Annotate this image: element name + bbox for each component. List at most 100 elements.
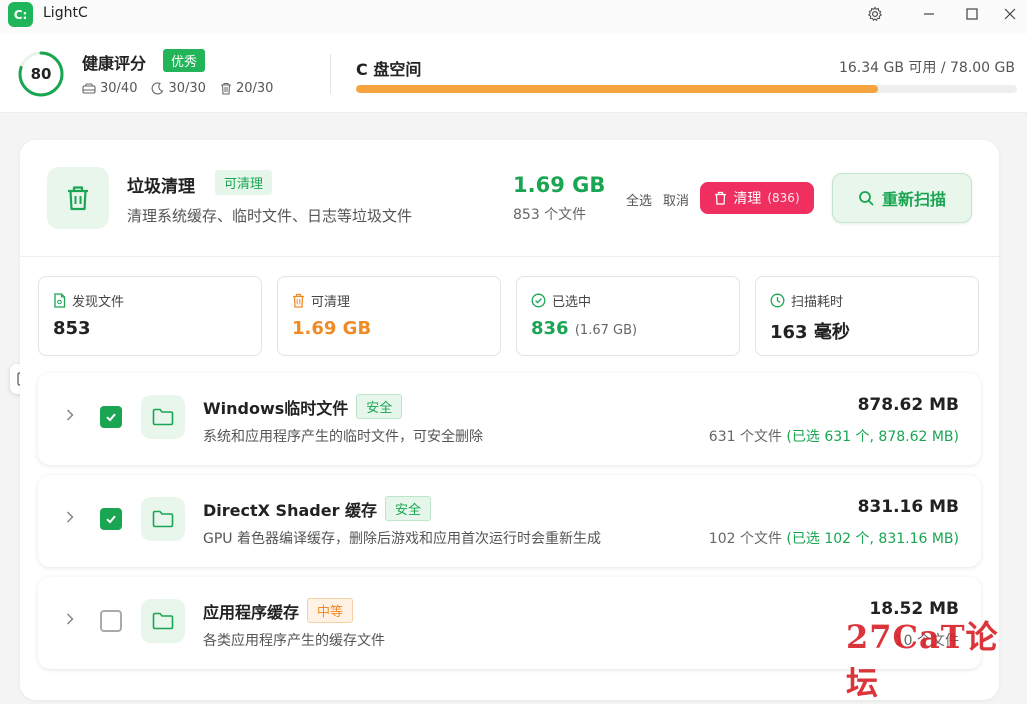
junk-total-size: 1.69 GB bbox=[513, 173, 606, 197]
forum-watermark: 27CaT论坛 bbox=[846, 618, 999, 702]
category-name: Windows临时文件 安全 bbox=[203, 394, 403, 419]
app-title: LightC bbox=[43, 5, 88, 21]
category-selected-info: (已选 102 个, 831.16 MB) bbox=[786, 531, 959, 547]
category-file-meta: 102 个文件 (已选 102 个, 831.16 MB) bbox=[709, 528, 959, 548]
category-description: GPU 着色器编译缓存，删除后游戏和应用首次运行时会重新生成 bbox=[203, 531, 601, 547]
check-icon bbox=[106, 515, 116, 524]
category-checkbox[interactable] bbox=[100, 508, 122, 530]
category-name-text: DirectX Shader 缓存 bbox=[203, 500, 378, 520]
category-name: DirectX Shader 缓存 安全 bbox=[203, 496, 432, 521]
cancel-selection-link[interactable]: 取消 bbox=[663, 190, 689, 209]
maximize-icon bbox=[966, 8, 978, 20]
health-stat-sleep: 30/30 bbox=[151, 81, 206, 96]
health-title: 健康评分 bbox=[82, 54, 147, 73]
header-panel: 80 健康评分 优秀 30/40 30/30 20/30 C 盘空间 16.34… bbox=[0, 34, 1027, 113]
close-icon bbox=[1004, 8, 1016, 20]
check-icon bbox=[106, 413, 116, 422]
moon-icon bbox=[152, 82, 164, 95]
file-icon bbox=[54, 293, 66, 308]
stat-selected-value: 836 (1.67 GB) bbox=[531, 318, 637, 339]
folder-tile bbox=[141, 395, 185, 439]
stat-card-selected: 已选中 836 (1.67 GB) bbox=[516, 276, 740, 356]
close-button[interactable] bbox=[996, 2, 1024, 26]
category-name-text: Windows临时文件 bbox=[203, 398, 349, 418]
trash-icon bbox=[293, 293, 304, 308]
stat-cleanable-label: 可清理 bbox=[311, 295, 351, 310]
category-checkbox[interactable] bbox=[100, 406, 122, 428]
category-checkbox[interactable] bbox=[100, 610, 122, 632]
category-name: 应用程序缓存 中等 bbox=[203, 598, 354, 623]
minimize-button[interactable] bbox=[915, 2, 943, 26]
category-file-meta: 631 个文件 (已选 631 个, 878.62 MB) bbox=[709, 426, 959, 446]
check-circle-icon bbox=[531, 293, 546, 308]
expand-button[interactable] bbox=[62, 407, 78, 423]
folder-icon bbox=[152, 408, 174, 426]
clean-button-count: (836) bbox=[767, 191, 800, 205]
folder-tile bbox=[141, 497, 185, 541]
category-selected-info: (已选 631 个, 878.62 MB) bbox=[786, 429, 959, 445]
folder-tile bbox=[141, 599, 185, 643]
header-divider bbox=[330, 54, 331, 94]
category-file-count: 102 个文件 bbox=[708, 531, 782, 547]
junk-title: 垃圾清理 bbox=[127, 177, 195, 197]
disk-usage-fill bbox=[356, 85, 879, 93]
title-bar: C: LightC bbox=[0, 0, 1027, 34]
clean-button-label: 清理 bbox=[733, 191, 762, 207]
junk-icon-tile bbox=[47, 167, 109, 229]
gear-icon bbox=[867, 6, 883, 22]
clean-button[interactable]: 清理 (836) bbox=[700, 182, 814, 214]
chevron-right-icon bbox=[66, 613, 74, 625]
disk-icon bbox=[82, 83, 96, 94]
stat-duration-value: 163 毫秒 bbox=[770, 322, 850, 343]
stat-cleanable-value: 1.69 GB bbox=[292, 318, 372, 339]
category-size: 878.62 MB bbox=[857, 395, 959, 415]
junk-status-badge: 可清理 bbox=[215, 170, 273, 195]
settings-button[interactable] bbox=[861, 2, 889, 26]
stat-selected-label: 已选中 bbox=[552, 295, 592, 310]
stat-card-cleanable: 可清理 1.69 GB bbox=[277, 276, 501, 356]
folder-icon bbox=[152, 612, 174, 630]
expand-button[interactable] bbox=[62, 611, 78, 627]
expand-button[interactable] bbox=[62, 509, 78, 525]
category-description: 系统和应用程序产生的临时文件，可安全删除 bbox=[203, 429, 483, 445]
stat-selected-count: 836 bbox=[531, 318, 569, 339]
trash-icon bbox=[220, 82, 231, 95]
junk-description: 清理系统缓存、临时文件、日志等垃圾文件 bbox=[127, 207, 413, 225]
trash-icon bbox=[68, 186, 88, 211]
maximize-button[interactable] bbox=[958, 2, 986, 26]
health-stat-trash: 20/30 bbox=[220, 81, 273, 96]
stat-selected-size: (1.67 GB) bbox=[574, 323, 638, 338]
risk-level-badge: 安全 bbox=[385, 496, 432, 521]
health-stat-sleep-text: 30/30 bbox=[168, 81, 206, 96]
card-separator bbox=[20, 256, 999, 257]
minimize-icon bbox=[924, 13, 934, 15]
disk-usage-text: 16.34 GB 可用 / 78.00 GB bbox=[838, 60, 1015, 76]
category-description: 各类应用程序产生的缓存文件 bbox=[203, 633, 385, 649]
junk-total-count: 853 个文件 bbox=[513, 207, 587, 223]
health-stat-disk-text: 30/40 bbox=[100, 81, 138, 96]
health-grade-badge: 优秀 bbox=[163, 49, 206, 72]
disk-usage-bar bbox=[356, 85, 1017, 93]
folder-icon bbox=[152, 510, 174, 528]
category-name-text: 应用程序缓存 bbox=[203, 602, 300, 622]
category-row-app-cache[interactable]: 应用程序缓存 中等 各类应用程序产生的缓存文件 18.52 MB 10 个文件 bbox=[38, 577, 981, 669]
health-stat-disk: 30/40 bbox=[82, 81, 137, 96]
clock-icon bbox=[770, 293, 785, 308]
stat-duration-label: 扫描耗时 bbox=[791, 295, 844, 310]
stat-found-value: 853 bbox=[53, 318, 91, 339]
health-stat-trash-text: 20/30 bbox=[235, 81, 274, 96]
rescan-button[interactable]: 重新扫描 bbox=[832, 173, 972, 223]
select-all-link[interactable]: 全选 bbox=[626, 190, 652, 209]
trash-icon bbox=[715, 191, 727, 205]
chevron-right-icon bbox=[66, 511, 74, 523]
app-logo: C: bbox=[8, 2, 33, 27]
category-size: 831.16 MB bbox=[857, 497, 959, 517]
disk-title: C 盘空间 bbox=[356, 60, 422, 79]
health-stats: 30/40 30/30 20/30 bbox=[82, 81, 273, 96]
risk-level-badge: 安全 bbox=[356, 394, 403, 419]
stat-found-label: 发现文件 bbox=[72, 295, 125, 310]
category-row-directx-shader[interactable]: DirectX Shader 缓存 安全 GPU 着色器编译缓存，删除后游戏和应… bbox=[38, 475, 981, 567]
rescan-button-label: 重新扫描 bbox=[881, 190, 946, 209]
risk-level-badge: 中等 bbox=[307, 598, 354, 623]
category-row-windows-temp[interactable]: Windows临时文件 安全 系统和应用程序产生的临时文件，可安全删除 878.… bbox=[38, 373, 981, 465]
